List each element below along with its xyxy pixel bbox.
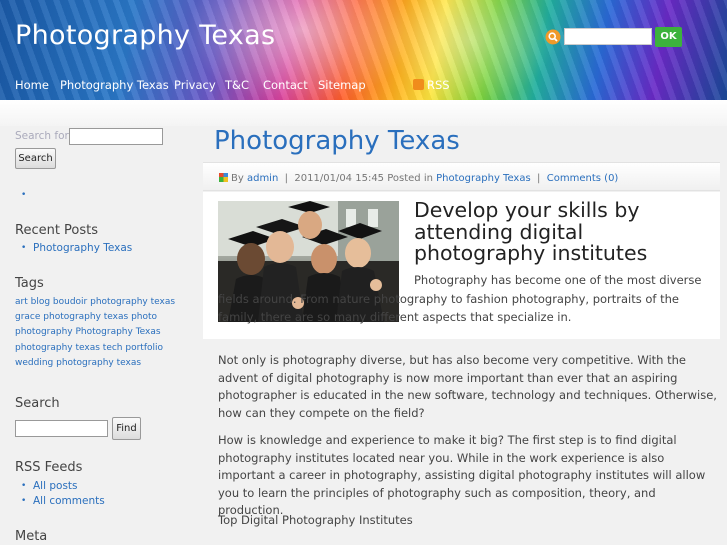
nav-sitemap[interactable]: Sitemap <box>318 78 366 92</box>
comments-link[interactable]: Comments (0) <box>547 173 619 184</box>
sidebar-search-input[interactable] <box>69 128 163 145</box>
main-content: Photography Texas By admin | 2011/01/04 … <box>203 126 727 545</box>
category-link[interactable]: Photography Texas <box>436 173 531 184</box>
nav-contact[interactable]: Contact <box>263 78 308 92</box>
meta-heading: Meta <box>15 529 48 544</box>
sidebar-find-input[interactable] <box>15 420 108 437</box>
post-intro: Photography has become one of the most d… <box>218 271 717 327</box>
nav-privacy[interactable]: Privacy <box>174 78 216 92</box>
nav-home[interactable]: Home <box>15 78 49 92</box>
header-search: OK <box>545 27 682 47</box>
post-intro-text: Photography has become one of the most d… <box>218 273 702 324</box>
rss-all-posts-link[interactable]: All posts <box>33 480 78 492</box>
header-strip <box>0 100 727 126</box>
page-title[interactable]: Photography Texas <box>214 126 460 156</box>
post-meta: By admin | 2011/01/04 15:45 Posted in Ph… <box>219 173 618 184</box>
post-meta-bar: By admin | 2011/01/04 15:45 Posted in Ph… <box>203 162 720 191</box>
author-link[interactable]: admin <box>247 173 278 184</box>
site-header: Photography Texas OK Home Photography Te… <box>0 0 727 100</box>
find-button[interactable]: Find <box>112 417 141 440</box>
header-search-input[interactable] <box>564 28 652 45</box>
author-icon <box>219 173 228 182</box>
tag-cloud[interactable]: art blog boudoir photography texas grace… <box>15 295 177 371</box>
nav-rss-label: RSS <box>427 78 450 92</box>
site-title[interactable]: Photography Texas <box>15 20 275 51</box>
list-bullet: • <box>21 496 27 506</box>
meta-datetime: 2011/01/04 15:45 <box>294 173 385 184</box>
search-icon <box>545 29 561 45</box>
nav-terms[interactable]: T&C <box>225 78 249 92</box>
meta-posted-in: Posted in <box>387 173 433 184</box>
post-paragraph: Not only is photography diverse, but has… <box>218 353 717 420</box>
post-headline[interactable]: Develop your skills by attending digital… <box>414 199 714 265</box>
rss-feeds-heading: RSS Feeds <box>15 460 83 475</box>
meta-by: By <box>231 173 244 184</box>
recent-post-link[interactable]: Photography Texas <box>33 242 132 254</box>
search-heading: Search <box>15 396 60 411</box>
list-bullet: • <box>21 243 27 253</box>
rss-all-comments-link[interactable]: All comments <box>33 495 105 507</box>
sidebar-search-button[interactable]: Search <box>15 148 56 169</box>
post-paragraph: How is knowledge and experience to make … <box>218 433 706 517</box>
search-for-label: Search for: <box>15 130 73 142</box>
empty-list-bullet: • <box>21 190 27 200</box>
recent-posts-heading: Recent Posts <box>15 223 99 238</box>
header-search-ok-button[interactable]: OK <box>655 27 682 47</box>
sidebar: Search for: Search • Recent Posts • Phot… <box>0 126 195 545</box>
list-bullet: • <box>21 481 27 491</box>
tags-heading: Tags <box>15 276 44 291</box>
post-lead: Develop your skills by attending digital… <box>203 192 720 339</box>
post-subheading: Top Digital Photography Institutes <box>218 513 413 527</box>
nav-rss[interactable]: RSS <box>413 78 450 92</box>
nav-photography-texas[interactable]: Photography Texas <box>60 78 169 92</box>
rss-icon <box>413 79 424 90</box>
main-nav: Home Photography Texas Privacy T&C Conta… <box>0 73 727 97</box>
